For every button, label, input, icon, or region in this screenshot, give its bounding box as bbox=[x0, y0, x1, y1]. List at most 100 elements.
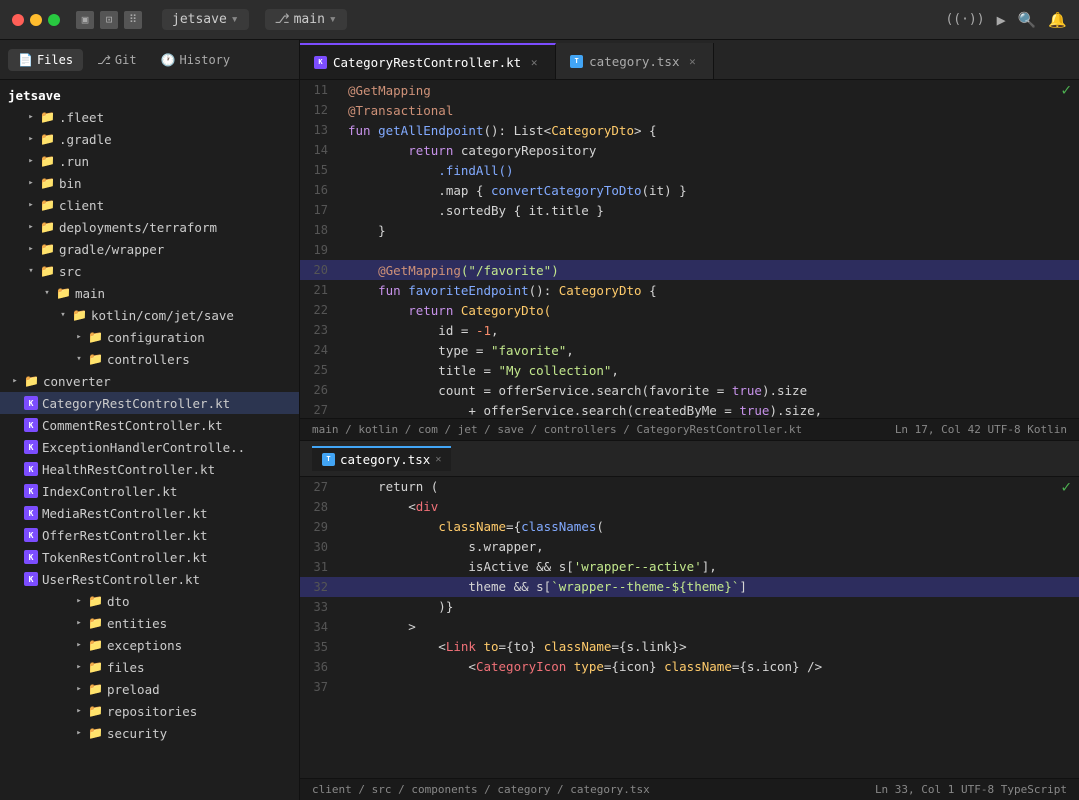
tree-item[interactable]: 📁dto bbox=[0, 590, 299, 612]
sidebar: 📄 Files ⎇ Git 🕐 History jetsave📁.fleet📁.… bbox=[0, 40, 300, 800]
folder-arrow-icon bbox=[24, 110, 38, 124]
tree-item[interactable]: 📁.fleet bbox=[0, 106, 299, 128]
check-col bbox=[1049, 300, 1079, 320]
tree-item[interactable]: 📁.run bbox=[0, 150, 299, 172]
tab-tsx-close-icon[interactable]: ✕ bbox=[685, 54, 699, 68]
line-number: 17 bbox=[300, 200, 340, 220]
tab-category-tsx[interactable]: T category.tsx ✕ bbox=[556, 43, 714, 79]
table-row: 11@GetMapping✓ bbox=[300, 80, 1079, 100]
check-col bbox=[1049, 380, 1079, 400]
tab-close-icon[interactable]: ✕ bbox=[527, 55, 541, 69]
tree-item[interactable]: KCategoryRestController.kt bbox=[0, 392, 299, 414]
search-icon[interactable]: 🔍 bbox=[1018, 11, 1037, 29]
line-content: s.wrapper, bbox=[340, 537, 1049, 557]
folder-icon: 📁 bbox=[88, 616, 103, 630]
tree-item[interactable]: 📁security bbox=[0, 722, 299, 744]
code-scroll-bottom[interactable]: 27 return (✓28 <div29 className={classNa… bbox=[300, 477, 1079, 779]
line-number: 19 bbox=[300, 240, 340, 260]
line-content: fun getAllEndpoint(): List<CategoryDto> … bbox=[340, 120, 1049, 140]
line-content: <CategoryIcon type={icon} className={s.i… bbox=[340, 657, 1049, 677]
folder-label: deployments/terraform bbox=[59, 220, 217, 235]
run-icon[interactable]: ▶ bbox=[997, 11, 1006, 29]
check-col bbox=[1049, 657, 1079, 677]
line-number: 34 bbox=[300, 617, 340, 637]
table-row: 12@Transactional bbox=[300, 100, 1079, 120]
tree-item[interactable]: KOfferRestController.kt bbox=[0, 524, 299, 546]
table-row: 16 .map { convertCategoryToDto(it) } bbox=[300, 180, 1079, 200]
folder-arrow-icon bbox=[72, 660, 86, 674]
tree-item[interactable]: KMediaRestController.kt bbox=[0, 502, 299, 524]
table-row: 26 count = offerService.search(favorite … bbox=[300, 380, 1079, 400]
check-col bbox=[1049, 280, 1079, 300]
tree-item[interactable]: 📁converter bbox=[0, 370, 299, 392]
sidebar-tab-files[interactable]: 📄 Files bbox=[8, 49, 83, 71]
line-content: .map { convertCategoryToDto(it) } bbox=[340, 180, 1049, 200]
folder-label: client bbox=[59, 198, 104, 213]
tree-item[interactable]: 📁.gradle bbox=[0, 128, 299, 150]
code-scroll-top[interactable]: 11@GetMapping✓12@Transactional13fun getA… bbox=[300, 80, 1079, 418]
line-number: 28 bbox=[300, 497, 340, 517]
traffic-lights bbox=[12, 14, 60, 26]
folder-arrow-icon bbox=[72, 704, 86, 718]
grid-icon[interactable]: ⠿ bbox=[124, 11, 142, 29]
branch-selector[interactable]: ⎇ main ▾ bbox=[265, 9, 347, 30]
line-number: 27 bbox=[300, 477, 340, 497]
tree-item[interactable]: 📁gradle/wrapper bbox=[0, 238, 299, 260]
folder-arrow-icon bbox=[8, 374, 22, 388]
tree-item[interactable]: 📁repositories bbox=[0, 700, 299, 722]
folder-arrow-icon bbox=[24, 242, 38, 256]
tab-category-rest-controller[interactable]: K CategoryRestController.kt ✕ bbox=[300, 43, 556, 79]
tree-item[interactable]: KIndexController.kt bbox=[0, 480, 299, 502]
broadcast-icon[interactable]: ((·)) bbox=[945, 12, 984, 27]
tree-item[interactable]: 📁main bbox=[0, 282, 299, 304]
tree-item[interactable]: 📁bin bbox=[0, 172, 299, 194]
tree-item[interactable]: KHealthRestController.kt bbox=[0, 458, 299, 480]
tab-label-tsx: category.tsx bbox=[589, 54, 679, 69]
tree-item[interactable]: 📁entities bbox=[0, 612, 299, 634]
split-view-icon[interactable]: ⊡ bbox=[100, 11, 118, 29]
close-button[interactable] bbox=[12, 14, 24, 26]
check-col bbox=[1049, 220, 1079, 240]
status-right-bottom: Ln 33, Col 1 UTF-8 TypeScript bbox=[875, 783, 1067, 796]
bottom-tab-close-icon[interactable]: ✕ bbox=[435, 454, 441, 465]
kt-file-label: CategoryRestController.kt bbox=[42, 396, 230, 411]
bell-icon[interactable]: 🔔 bbox=[1048, 11, 1067, 29]
kt-file-icon: K bbox=[24, 550, 38, 564]
tree-item[interactable]: KUserRestController.kt bbox=[0, 568, 299, 590]
line-number: 26 bbox=[300, 380, 340, 400]
tab-label: CategoryRestController.kt bbox=[333, 55, 521, 70]
project-name[interactable]: jetsave ▾ bbox=[162, 9, 249, 30]
check-col bbox=[1049, 497, 1079, 517]
tree-item[interactable]: 📁exceptions bbox=[0, 634, 299, 656]
tree-item[interactable]: 📁kotlin/com/jet/save bbox=[0, 304, 299, 326]
sidebar-tab-git[interactable]: ⎇ Git bbox=[87, 49, 147, 71]
status-bar-top: main / kotlin / com / jet / save / contr… bbox=[300, 418, 1079, 440]
tree-item[interactable]: 📁deployments/terraform bbox=[0, 216, 299, 238]
table-row: 18 } bbox=[300, 220, 1079, 240]
folder-icon: 📁 bbox=[88, 330, 103, 344]
tree-item[interactable]: jetsave bbox=[0, 84, 299, 106]
bottom-panel-tab[interactable]: T category.tsx ✕ bbox=[312, 446, 451, 471]
tree-item[interactable]: 📁controllers bbox=[0, 348, 299, 370]
tree-item[interactable]: KExceptionHandlerControlle.. bbox=[0, 436, 299, 458]
tree-item[interactable]: 📁client bbox=[0, 194, 299, 216]
maximize-button[interactable] bbox=[48, 14, 60, 26]
branch-name: main bbox=[294, 12, 325, 27]
file-indent-spacer bbox=[8, 528, 22, 542]
tree-item[interactable]: 📁files bbox=[0, 656, 299, 678]
tree-item[interactable]: KCommentRestController.kt bbox=[0, 414, 299, 436]
table-row: 14 return categoryRepository bbox=[300, 140, 1079, 160]
titlebar: ▣ ⊡ ⠿ jetsave ▾ ⎇ main ▾ ((·)) ▶ 🔍 🔔 bbox=[0, 0, 1079, 40]
tree-item[interactable]: 📁src bbox=[0, 260, 299, 282]
sidebar-toggle-icon[interactable]: ▣ bbox=[76, 11, 94, 29]
line-content: <Link to={to} className={s.link}> bbox=[340, 637, 1049, 657]
check-col bbox=[1049, 180, 1079, 200]
tree-item[interactable]: KTokenRestController.kt bbox=[0, 546, 299, 568]
sidebar-tab-history[interactable]: 🕐 History bbox=[151, 49, 241, 71]
folder-icon: 📁 bbox=[40, 176, 55, 190]
file-indent-spacer bbox=[8, 506, 22, 520]
tree-item[interactable]: 📁configuration bbox=[0, 326, 299, 348]
minimize-button[interactable] bbox=[30, 14, 42, 26]
titlebar-icons: ▣ ⊡ ⠿ bbox=[76, 11, 142, 29]
tree-item[interactable]: 📁preload bbox=[0, 678, 299, 700]
